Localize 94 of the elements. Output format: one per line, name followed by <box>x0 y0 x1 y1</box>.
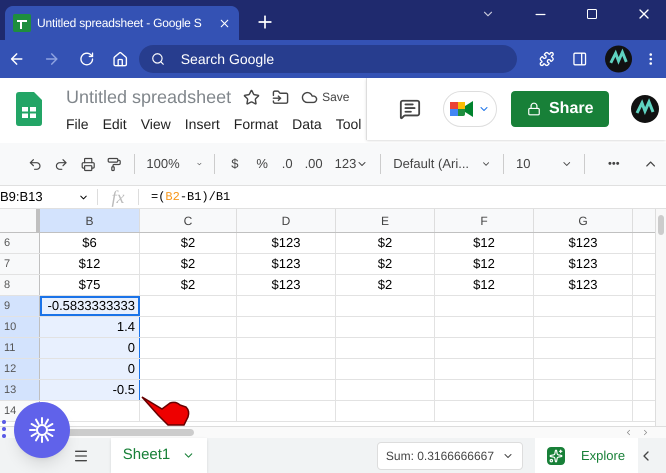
table-cell[interactable]: $2 <box>336 275 435 295</box>
hand-cursor-icon <box>140 395 192 427</box>
save-status: Save <box>322 89 350 106</box>
percent-button[interactable]: % <box>254 154 270 174</box>
comment-icon[interactable] <box>399 98 421 120</box>
menu-item[interactable]: Data <box>292 114 322 134</box>
column-header[interactable]: G <box>534 209 633 232</box>
table-cell[interactable]: $2 <box>336 254 435 274</box>
video-camera-icon <box>450 100 474 118</box>
table-cell[interactable]: $2 <box>336 233 435 253</box>
move-folder-icon[interactable] <box>272 88 290 106</box>
sheets-logo-icon[interactable] <box>16 92 42 126</box>
sheet-tab[interactable]: Sheet1 <box>111 438 207 473</box>
row-header[interactable]: 9 <box>0 296 40 316</box>
table-cell[interactable]: $6 <box>40 233 140 253</box>
print-icon[interactable] <box>80 156 96 172</box>
row-header[interactable]: 11 <box>0 338 40 358</box>
search-icon <box>150 52 165 66</box>
table-cell[interactable]: $123 <box>534 254 633 274</box>
table-cell[interactable]: $123 <box>534 275 633 295</box>
menu-item[interactable]: Format <box>234 114 278 134</box>
column-header[interactable]: D <box>237 209 336 232</box>
number-format-dropdown[interactable]: 123 <box>334 154 368 174</box>
sun-icon <box>29 417 55 443</box>
table-cell[interactable]: $123 <box>237 254 336 274</box>
row-header[interactable]: 13 <box>0 380 40 400</box>
tab-title: Untitled spreadsheet - Google S <box>37 15 203 32</box>
scroll-right-icon[interactable] <box>641 428 650 437</box>
more-button[interactable]: ••• <box>596 156 631 172</box>
sum-dropdown[interactable]: Sum: 0.3166666667 <box>376 442 523 470</box>
table-cell[interactable]: $12 <box>435 275 534 295</box>
explore-button[interactable]: Explore <box>535 438 638 473</box>
horizontal-scrollbar[interactable] <box>0 426 666 438</box>
explore-icon <box>547 446 565 464</box>
avatar-icon[interactable] <box>631 95 660 123</box>
maximize-icon[interactable] <box>586 8 598 20</box>
column-header[interactable]: E <box>336 209 435 232</box>
lock-icon <box>527 102 541 116</box>
sheets-icon <box>13 14 31 32</box>
row-header[interactable]: 12 <box>0 359 40 379</box>
table-cell[interactable]: $123 <box>237 233 336 253</box>
table-cell[interactable]: -0.5833333333 <box>40 296 140 316</box>
name-box[interactable]: B9:B13 <box>0 187 97 207</box>
menu-item[interactable]: Insert <box>184 114 220 134</box>
table-cell[interactable]: $12 <box>40 254 140 274</box>
table-cell[interactable]: 1.4 <box>40 317 140 337</box>
table-cell[interactable]: $12 <box>435 233 534 253</box>
currency-button[interactable]: $ <box>227 154 242 174</box>
address-field[interactable]: Search Google <box>138 45 517 73</box>
paint-format-icon[interactable] <box>107 156 122 172</box>
table-cell[interactable]: 0 <box>40 338 140 358</box>
zoom-dropdown[interactable]: 100% <box>146 154 202 174</box>
formula-text[interactable]: =(B2-B1)/B1 <box>151 188 230 206</box>
document-title[interactable]: Untitled spreadsheet <box>66 84 232 110</box>
decrease-decimals-button[interactable]: .0 <box>282 154 293 174</box>
table-cell[interactable]: $2 <box>140 275 237 295</box>
menu-item[interactable]: File <box>66 114 89 134</box>
close-icon[interactable] <box>218 16 231 30</box>
table-cell[interactable]: -0.5 <box>40 380 140 400</box>
all-sheets-icon[interactable] <box>73 448 89 464</box>
table-cell[interactable]: $2 <box>140 233 237 253</box>
increase-decimals-button[interactable]: .00 <box>304 154 323 174</box>
fx-label: fx <box>110 186 126 209</box>
home-icon[interactable] <box>112 50 129 68</box>
column-header[interactable]: F <box>435 209 534 232</box>
row-header[interactable]: 6 <box>0 233 40 253</box>
table-cell[interactable]: $2 <box>140 254 237 274</box>
side-panel-icon[interactable] <box>572 51 588 67</box>
table-cell[interactable]: $12 <box>435 254 534 274</box>
row-header[interactable]: 7 <box>0 254 40 274</box>
address-input[interactable]: Search Google <box>180 48 381 70</box>
table-cell[interactable]: $123 <box>237 275 336 295</box>
extensions-icon[interactable] <box>538 51 554 67</box>
menu-item[interactable]: Tool <box>336 114 362 134</box>
menu-item[interactable]: Edit <box>102 114 127 134</box>
table-cell[interactable]: 0 <box>40 359 140 379</box>
vertical-scrollbar[interactable] <box>655 209 666 426</box>
share-button[interactable]: Share <box>511 91 610 127</box>
column-header[interactable]: C <box>140 209 237 232</box>
star-icon[interactable] <box>243 88 260 106</box>
column-header[interactable]: B <box>40 209 140 232</box>
row-header[interactable]: 8 <box>0 275 40 295</box>
browser-tab[interactable]: Untitled spreadsheet - Google S <box>5 6 239 40</box>
avatar-icon[interactable] <box>605 45 633 73</box>
meet-button[interactable] <box>443 91 497 127</box>
table-cell[interactable]: $123 <box>534 233 633 253</box>
row-header[interactable]: 10 <box>0 317 40 337</box>
scroll-left-icon[interactable] <box>624 428 633 437</box>
font-dropdown[interactable]: Default (Ari... <box>393 154 492 174</box>
font-size-dropdown[interactable]: 10 <box>516 154 572 174</box>
back-icon[interactable] <box>8 50 26 68</box>
table-cell[interactable]: $75 <box>40 275 140 295</box>
reload-icon[interactable] <box>78 51 94 67</box>
menu-item[interactable]: View <box>140 114 171 134</box>
